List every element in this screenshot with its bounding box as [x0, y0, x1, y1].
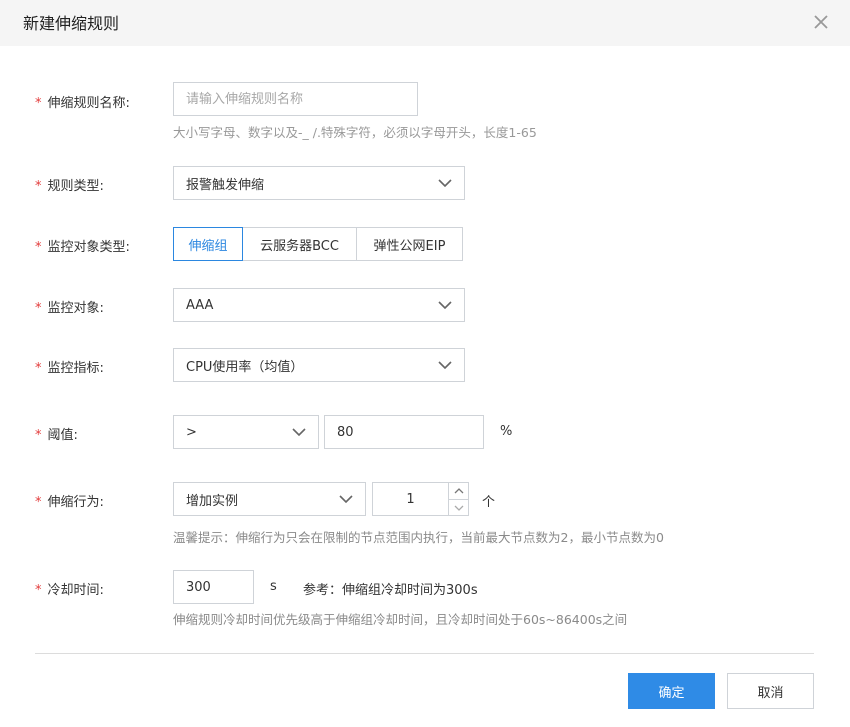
monitor-metric-label: * 监控指标:	[35, 361, 104, 376]
step-up-button[interactable]	[449, 483, 468, 500]
threshold-operator-select[interactable]: >	[173, 415, 319, 449]
monitor-metric-select[interactable]: CPU使用率（均值）	[173, 348, 465, 382]
monitor-object-value: AAA	[186, 297, 214, 313]
cooldown-input[interactable]: 300	[173, 570, 254, 604]
scaling-action-select[interactable]: 增加实例	[173, 482, 366, 516]
scaling-count-stepper	[449, 482, 469, 516]
threshold-label: * 阈值:	[35, 428, 78, 443]
required-mark: *	[35, 96, 42, 111]
scaling-count-unit: 个	[482, 495, 496, 510]
monitor-object-type-label: * 监控对象类型:	[35, 240, 130, 255]
rule-type-label: * 规则类型:	[35, 179, 104, 194]
chevron-down-icon	[438, 301, 452, 309]
chevron-down-icon	[438, 179, 452, 187]
confirm-button[interactable]: 确定	[628, 673, 715, 709]
required-mark: *	[35, 301, 42, 316]
cooldown-reference: 参考：伸缩组冷却时间为300s	[303, 583, 478, 598]
scaling-action-label: * 伸缩行为:	[35, 495, 104, 510]
chevron-down-icon	[339, 495, 353, 503]
chevron-down-icon	[438, 361, 452, 369]
step-down-button[interactable]	[449, 500, 468, 516]
rule-name-label: * 伸缩规则名称:	[35, 96, 130, 111]
required-mark: *	[35, 583, 42, 598]
threshold-operator-value: >	[186, 424, 197, 440]
rule-name-input[interactable]	[173, 82, 418, 116]
scaling-action-hint: 温馨提示：伸缩行为只会在限制的节点范围内执行，当前最大节点数为2，最小节点数为0	[173, 530, 664, 545]
required-mark: *	[35, 361, 42, 376]
required-mark: *	[35, 495, 42, 510]
dialog-header: 新建伸缩规则	[0, 0, 850, 46]
threshold-value-input[interactable]: 80	[324, 415, 484, 449]
threshold-unit: %	[500, 424, 513, 439]
chevron-up-icon	[454, 488, 463, 494]
segment-bcc[interactable]: 云服务器BCC	[242, 227, 357, 261]
cooldown-label: * 冷却时间:	[35, 583, 104, 598]
cancel-button[interactable]: 取消	[727, 673, 814, 709]
scaling-count-input[interactable]: 1	[372, 482, 449, 516]
chevron-down-icon	[454, 505, 463, 511]
required-mark: *	[35, 240, 42, 255]
monitor-object-select[interactable]: AAA	[173, 288, 465, 322]
chevron-down-icon	[292, 428, 306, 436]
segment-scaling-group[interactable]: 伸缩组	[173, 227, 243, 261]
rule-type-select[interactable]: 报警触发伸缩	[173, 166, 465, 200]
required-mark: *	[35, 179, 42, 194]
dialog-title: 新建伸缩规则	[23, 14, 120, 33]
monitor-object-label: * 监控对象:	[35, 301, 104, 316]
close-icon[interactable]	[812, 13, 830, 31]
scaling-action-value: 增加实例	[186, 493, 239, 509]
segment-eip[interactable]: 弹性公网EIP	[356, 227, 463, 261]
rule-type-value: 报警触发伸缩	[186, 177, 265, 193]
monitor-metric-value: CPU使用率（均值）	[186, 359, 304, 375]
footer-divider	[35, 653, 814, 654]
cooldown-unit: s	[270, 579, 277, 594]
cooldown-hint: 伸缩规则冷却时间优先级高于伸缩组冷却时间，且冷却时间处于60s~86400s之间	[173, 612, 628, 627]
required-mark: *	[35, 428, 42, 443]
rule-name-hint: 大小写字母、数字以及-_ /.特殊字符，必须以字母开头，长度1-65	[173, 125, 537, 140]
